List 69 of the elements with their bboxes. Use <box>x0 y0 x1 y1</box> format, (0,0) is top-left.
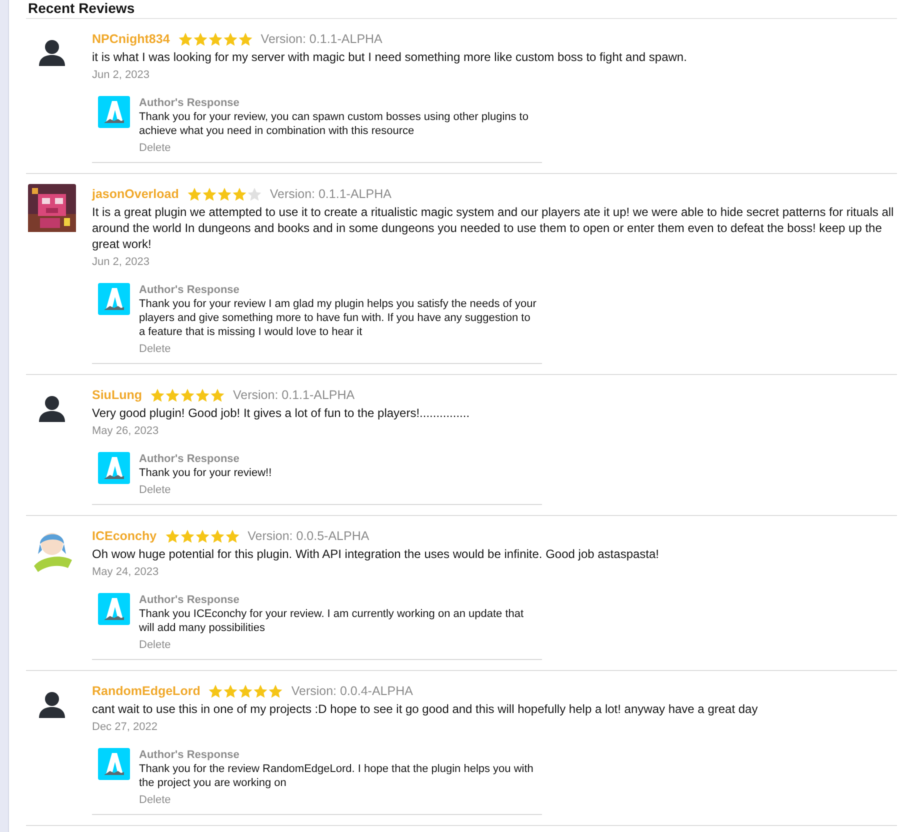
star-icon <box>238 32 253 46</box>
star-icon <box>210 528 225 544</box>
review-text: Very good plugin! Good job! It gives a lot of fun to the players!............... <box>92 405 471 421</box>
response-title: Author's Response <box>139 748 240 762</box>
user-silhouette-icon <box>38 39 66 67</box>
star-icon <box>222 32 238 46</box>
star-icon <box>186 186 202 202</box>
star-icon <box>216 186 232 202</box>
star-icon <box>208 32 223 46</box>
star-icon <box>180 388 195 402</box>
response-title: Author's Response <box>139 283 240 297</box>
author-link[interactable]: RandomEdgeLord <box>92 684 200 698</box>
review-text: cant wait to use this in one of my projects :D hope to see it go good and this will hopefully help a lot! anyway have a great day <box>92 701 759 717</box>
user-silhouette-icon <box>38 691 66 719</box>
star-icon <box>232 186 247 202</box>
author-logo-icon <box>98 96 130 128</box>
star-icon <box>223 684 238 698</box>
response-text: Thank you for the review RandomEdgeLord. I hope that the plugin helps you with the project you are working on <box>139 762 534 790</box>
review-date: Jun 2, 2023 <box>92 256 150 268</box>
star-icon <box>180 528 195 544</box>
author-logo-icon <box>98 283 130 315</box>
star-icon <box>268 684 284 698</box>
response-text: Thank you for your review I am glad my plugin helps you satisfy the needs of your players and give something more to have fun with. If you have any suggestion to a feature that is missing I would love to hear it <box>139 297 537 339</box>
response-text: Thank you for your review!! <box>139 466 273 480</box>
star-icon <box>165 388 180 402</box>
star-icon <box>150 388 165 402</box>
star-icon <box>178 32 193 46</box>
author-logo-icon <box>98 452 130 484</box>
response-title: Author's Response <box>139 96 240 110</box>
version-label: Version: 0.1.1-ALPHA <box>233 388 355 402</box>
star-icon <box>224 528 240 544</box>
delete-link[interactable]: Delete <box>139 484 171 496</box>
review-date: Dec 27, 2022 <box>92 721 158 733</box>
author-logo-icon <box>98 748 130 780</box>
review-date: May 26, 2023 <box>92 425 160 437</box>
section-title: Recent Reviews <box>27 0 136 18</box>
star-icon <box>246 186 262 202</box>
version-label: Version: 0.1.1-ALPHA <box>260 32 382 46</box>
review-date: Jun 2, 2023 <box>92 69 150 81</box>
author-link[interactable]: ICEconchy <box>92 529 157 543</box>
delete-link[interactable]: Delete <box>139 794 171 806</box>
star-icon <box>195 388 210 402</box>
author-link[interactable]: jasonOverload <box>92 187 179 201</box>
star-icon <box>253 684 268 698</box>
review-text: it is what I was looking for my server with magic but I need something more like custom boss to fight and spawn. <box>92 49 688 65</box>
version-label: Version: 0.0.4-ALPHA <box>291 684 413 698</box>
version-label: Version: 0.0.5-ALPHA <box>248 529 370 543</box>
review-date: May 24, 2023 <box>92 566 160 578</box>
star-icon <box>210 388 225 402</box>
author-link[interactable]: NPCnight834 <box>92 32 170 46</box>
review-text: It is a great plugin we attempted to use it to create a ritualistic magic system and our players ate it up! we were able to hide secret patterns for rituals all around the world In dungeons and books and in some dungeons you needed to use them to open or enter them even to defeat the boss! keep up the great work! <box>92 204 895 252</box>
response-text: Thank you ICEconchy for your review. I am currently working on an update that will add many possibilities <box>139 607 525 635</box>
response-title: Author's Response <box>139 452 240 466</box>
star-icon <box>194 528 210 544</box>
star-icon <box>208 684 224 698</box>
author-link[interactable]: SiuLung <box>92 388 142 402</box>
star-icon <box>202 186 217 202</box>
response-title: Author's Response <box>139 593 240 607</box>
user-silhouette-icon <box>38 395 66 423</box>
delete-link[interactable]: Delete <box>139 142 171 154</box>
version-label: Version: 0.1.1-ALPHA <box>270 187 392 201</box>
delete-link[interactable]: Delete <box>139 639 171 651</box>
author-logo-icon <box>98 593 130 625</box>
star-icon <box>192 32 208 46</box>
response-text: Thank you for your review, you can spawn custom bosses using other plugins to achieve what you need in combination with this resource <box>139 110 530 138</box>
star-icon <box>238 684 254 698</box>
delete-link[interactable]: Delete <box>139 343 171 355</box>
review-text: Oh wow huge potential for this plugin. With API integration the uses would be infinite. Good job astaspasta! <box>92 546 660 562</box>
star-icon <box>164 528 180 544</box>
